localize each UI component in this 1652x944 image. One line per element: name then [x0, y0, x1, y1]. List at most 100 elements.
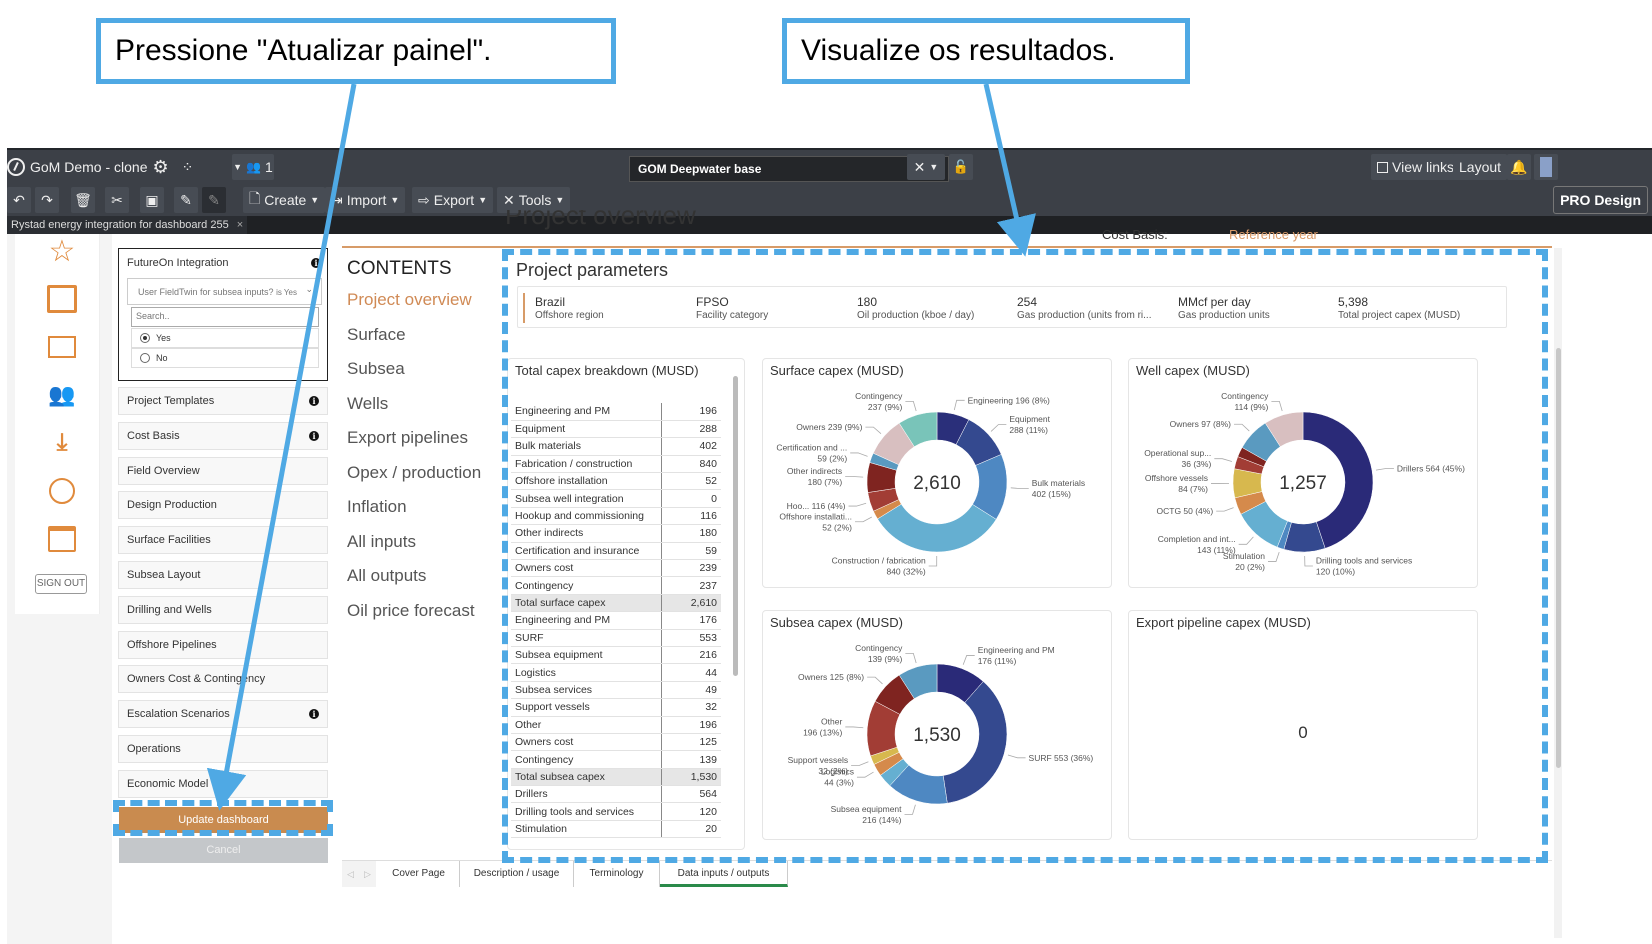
download-icon[interactable]: ⤓	[43, 426, 81, 460]
radio-unchecked-icon[interactable]	[140, 353, 150, 363]
pro-design-button[interactable]: PRO Design	[1553, 186, 1648, 214]
create-menu[interactable]: 🗋 Create ▼	[243, 187, 326, 213]
data-label: 20 (2%)	[1235, 562, 1265, 572]
model-tools-dropdown[interactable]: ✕ ▼	[907, 154, 945, 180]
data-label: Operational sup...	[1144, 448, 1211, 458]
input-section-subsea-layout[interactable]: Subsea Layout	[118, 561, 328, 589]
parameter-value: 180	[857, 295, 878, 309]
contents-link[interactable]: Surface	[347, 325, 502, 360]
team-icon[interactable]: 👥	[43, 378, 81, 412]
radio-checked-icon[interactable]	[140, 333, 150, 343]
label-leader-line	[1007, 754, 1026, 759]
label-leader-line	[1216, 507, 1234, 512]
option-search-input[interactable]: Search..	[131, 307, 319, 327]
sheet-tab[interactable]: Description / usage	[460, 861, 574, 887]
cost-basis-value[interactable]: Reference year	[1229, 227, 1318, 242]
input-section-drilling-and-wells[interactable]: Drilling and Wells	[118, 595, 328, 624]
input-section-project-templates[interactable]: Project Templates i	[118, 387, 328, 415]
row-label: Drillers	[511, 785, 661, 804]
callout-view-results: Visualize os resultados.	[782, 18, 1190, 84]
input-section-economic-model[interactable]: Economic Model	[118, 769, 328, 798]
sheet-tab[interactable]: Data inputs / outputs	[660, 861, 788, 887]
input-section-offshore-pipelines[interactable]: Offshore Pipelines	[118, 630, 328, 659]
ruler-button[interactable]: ✎	[174, 187, 198, 213]
export-icon: ⇨	[418, 191, 430, 208]
view-links-button[interactable]: View links	[1371, 154, 1460, 180]
info-icon[interactable]: i	[311, 258, 321, 268]
input-section-surface-facilities[interactable]: Surface Facilities	[118, 526, 328, 555]
redo-button[interactable]: ↷	[35, 187, 59, 213]
book-icon[interactable]	[43, 282, 81, 316]
delete-button[interactable]: 🗑	[71, 187, 95, 213]
data-label: Hoo... 116 (4%)	[787, 501, 846, 511]
export-label: Export	[433, 192, 475, 208]
model-name-field[interactable]: GOM Deepwater base	[629, 156, 949, 182]
contents-link[interactable]: Inflation	[347, 497, 502, 532]
calendar-icon[interactable]	[43, 522, 81, 556]
input-section-owners-cost-contingency[interactable]: Owners Cost & Contingency	[118, 665, 328, 694]
gear-icon[interactable]: ⚙	[152, 157, 168, 178]
contents-link[interactable]: Export pipelines	[347, 428, 502, 463]
input-section-field-overview[interactable]: Field Overview	[118, 456, 328, 485]
frame-button[interactable]: ▣	[140, 187, 164, 213]
notifications-button[interactable]: 🔔	[1507, 154, 1531, 180]
users-dropdown[interactable]: ▼ 👥 1	[232, 154, 274, 180]
input-section-escalation-scenarios[interactable]: Escalation Scenarios i	[118, 700, 328, 729]
contents-link[interactable]: Subsea	[347, 359, 502, 394]
row-label: Owners cost	[511, 559, 661, 578]
app-window: GoM Demo - clone ⚙ ⁘ ▼ 👥 1 GOM Deepwater…	[7, 148, 1652, 944]
input-section-cost-basis[interactable]: Cost Basis i	[118, 421, 328, 450]
subsea-capex-donut: Engineering and PM176 (11%) SURF 553 (36%…	[788, 643, 1094, 825]
sheet-nav[interactable]: ◁ ▷	[342, 861, 376, 887]
row-label: Support vessels	[511, 698, 661, 717]
row-value: 196	[660, 716, 721, 734]
option-yes[interactable]: Yes	[131, 328, 319, 348]
ruler-off-button[interactable]: ✎	[202, 187, 226, 213]
document-tab[interactable]: Rystad energy integration for dashboard …	[7, 216, 248, 234]
option-no[interactable]: No	[131, 348, 319, 368]
label-leader-line	[1375, 468, 1394, 471]
layout-button[interactable]: Layout	[1453, 154, 1508, 180]
scissors-icon: ✂	[111, 191, 123, 208]
prev-sheet-icon[interactable]: ◁	[347, 869, 354, 880]
contents-link[interactable]: Opex / production	[347, 463, 502, 498]
cut-button[interactable]: ✂	[105, 187, 129, 213]
contents-link[interactable]: All outputs	[347, 566, 502, 601]
input-section-operations[interactable]: Operations	[118, 735, 328, 763]
update-dashboard-button[interactable]: Update dashboard	[119, 807, 328, 833]
donut-slice[interactable]	[877, 503, 997, 553]
cancel-button[interactable]: Cancel	[119, 838, 328, 863]
undo-button[interactable]: ↶	[7, 187, 31, 213]
label-leader-line	[928, 555, 938, 567]
contents-link[interactable]: Project overview	[347, 290, 502, 325]
capex-table-scroll[interactable]: Engineering and PM 196 Equipment 288 Bulk ma…	[511, 403, 729, 843]
import-menu[interactable]: ⇥ Import ▼	[325, 187, 406, 213]
lock-button[interactable]: 🔓	[949, 154, 973, 180]
data-label: Owners 239 (9%)	[796, 422, 862, 432]
info-icon[interactable]: i	[309, 709, 319, 720]
sheet-tab[interactable]: Terminology	[574, 861, 660, 887]
info-icon[interactable]: i	[309, 430, 319, 441]
sheet-tab[interactable]: Cover Page	[378, 861, 460, 887]
support-headset-icon[interactable]	[43, 474, 81, 508]
input-section-design-production[interactable]: Design Production	[118, 491, 328, 520]
sign-out-button[interactable]: SIGN OUT	[35, 574, 87, 594]
contents-link[interactable]: All inputs	[347, 532, 502, 567]
contents-link[interactable]: Wells	[347, 394, 502, 429]
favorites-icon[interactable]: ☆	[43, 234, 81, 268]
caret-down-icon: ▼	[390, 195, 400, 205]
fieldtwin-select[interactable]: User FieldTwin for subsea inputs? is Yes…	[127, 278, 322, 305]
user-avatar[interactable]	[1534, 154, 1558, 180]
export-menu[interactable]: ⇨ Export ▼	[412, 187, 494, 213]
table-row: Drilling tools and services 120	[511, 802, 721, 821]
contents-link[interactable]: Oil price forecast	[347, 601, 502, 636]
close-tab-icon[interactable]: ×	[237, 219, 243, 231]
info-icon[interactable]: i	[309, 396, 319, 406]
next-sheet-icon[interactable]: ▷	[364, 869, 371, 880]
presentation-icon[interactable]	[43, 330, 81, 364]
caret-down-icon: ▼	[310, 195, 320, 205]
data-label: Construction / fabrication	[832, 555, 926, 565]
table-row: Certification and insurance 59	[511, 542, 721, 561]
page-scrollbar-thumb[interactable]	[1556, 348, 1561, 768]
table-scrollbar[interactable]	[733, 376, 738, 676]
